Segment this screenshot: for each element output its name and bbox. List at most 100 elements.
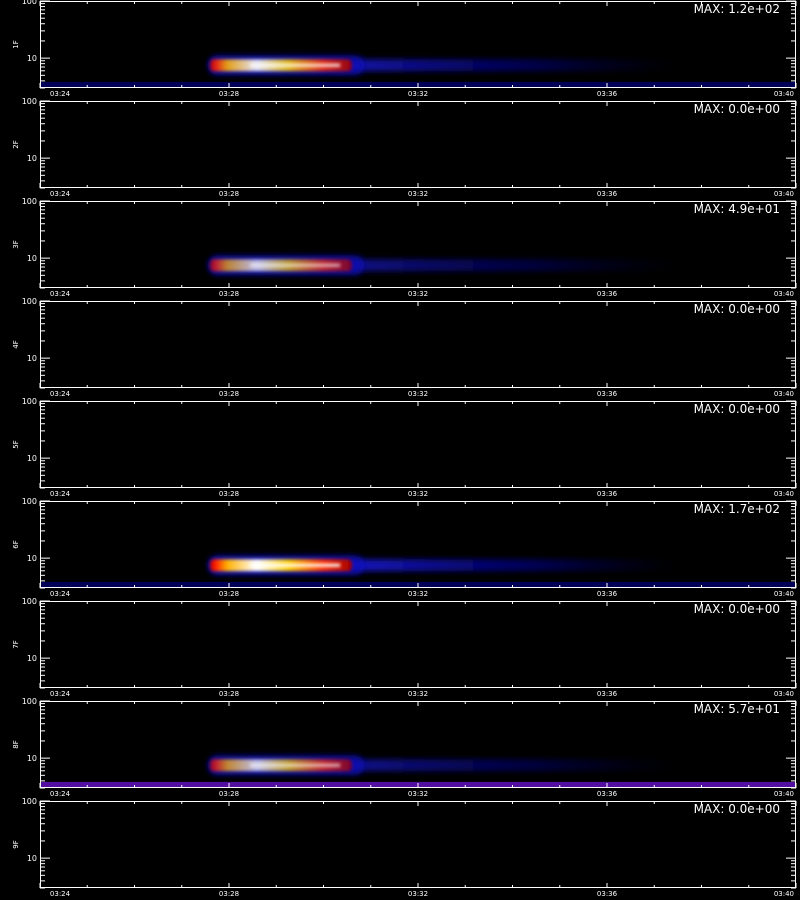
x-tick-label: 03:40 [774,790,794,798]
max-label: MAX: 0.0e+00 [694,102,780,116]
x-tick-label: 03:28 [219,490,239,498]
y-tick-label: 100 [22,97,37,106]
x-tick-label: 03:32 [408,690,428,698]
y-tick-label: 100 [22,797,37,806]
x-tick-label: 03:36 [597,790,618,798]
x-tick-label: 03:36 [597,190,618,198]
x-tick-label: 03:28 [219,390,239,398]
x-tick-label: 03:24 [50,490,71,498]
y-tick-label: 10 [27,854,37,863]
panel-3f: 100 10 3F 03:24 03:28 03:32 03:36 03:40 MAX: 4.9… [12,197,797,298]
x-tick-label: 03:40 [774,590,794,598]
y-tick-label: 10 [27,54,37,63]
x-tick-label: 03:40 [774,290,794,298]
max-label: MAX: 5.7e+01 [694,702,780,716]
plot-area [40,401,796,488]
x-tick-label: 03:28 [219,790,239,798]
y-tick-label: 100 [22,697,37,706]
x-tick-label: 03:28 [219,190,239,198]
x-tick-label: 03:40 [774,190,794,198]
y-axis-label: 8F [12,740,20,748]
x-tick-label: 03:40 [774,690,794,698]
x-tick-label: 03:36 [597,390,618,398]
x-tick-label: 03:32 [408,290,428,298]
y-tick-label: 100 [22,197,37,206]
max-label: MAX: 0.0e+00 [694,802,780,816]
y-tick-label: 100 [22,0,37,6]
plot-area [40,1,796,88]
panel-2f: 100 10 2F 03:24 03:28 03:32 03:36 03:40 MAX: 0.0… [12,97,797,198]
y-axis-label: 6F [12,540,20,548]
x-tick-label: 03:28 [219,890,239,898]
x-tick-label: 03:28 [219,690,239,698]
y-tick-label: 10 [27,554,37,563]
x-tick-label: 03:36 [597,490,618,498]
y-tick-label: 10 [27,754,37,763]
y-axis-label: 1F [12,40,20,48]
plot-area [40,801,796,888]
x-tick-label: 03:32 [408,490,428,498]
y-tick-label: 10 [27,454,37,463]
x-tick-label: 03:32 [408,590,428,598]
y-tick-label: 10 [27,654,37,663]
x-tick-label: 03:24 [50,90,71,98]
plot-area [40,101,796,188]
plot-area [40,701,796,788]
x-tick-label: 03:24 [50,890,71,898]
x-tick-label: 03:40 [774,490,794,498]
x-tick-label: 03:32 [408,90,428,98]
y-axis-label: 2F [12,140,20,148]
panel-1f: 100 10 1F 03:24 03:28 03:32 03:36 03:40 MAX: 1.2… [12,0,797,98]
max-label: MAX: 1.2e+02 [694,2,780,16]
max-label: MAX: 0.0e+00 [694,602,780,616]
spectrogram-stack: 100 10 1F 03:24 03:28 03:32 03:36 03:40 MAX: 1.2… [12,0,797,898]
panel-8f: 100 10 8F 03:24 03:28 03:32 03:36 03:40 MAX: 5.7… [12,697,797,798]
plot-area [40,601,796,688]
x-tick-label: 03:24 [50,690,71,698]
panel-4f: 100 10 4F 03:24 03:28 03:32 03:36 03:40 MAX: 0.0… [12,297,797,398]
y-tick-label: 100 [22,397,37,406]
x-tick-label: 03:36 [597,290,618,298]
plot-area [40,501,796,588]
y-tick-label: 100 [22,597,37,606]
panel-5f: 100 10 5F 03:24 03:28 03:32 03:36 03:40 MAX: 0.0… [12,397,797,498]
panel-9f: 100 10 9F 03:24 03:28 03:32 03:36 03:40 MAX: 0.0… [12,797,797,898]
x-tick-label: 03:24 [50,290,71,298]
y-axis-label: 7F [12,640,20,648]
panel-6f: 100 10 6F 03:24 03:28 03:32 03:36 03:40 MAX: 1.7… [12,497,797,598]
max-label: MAX: 4.9e+01 [694,202,780,216]
y-axis-label: 5F [12,440,20,448]
burst-peak [250,63,341,67]
x-tick-label: 03:40 [774,890,794,898]
x-tick-label: 03:36 [597,90,618,98]
y-tick-label: 10 [27,154,37,163]
plot-area [40,201,796,288]
x-tick-label: 03:24 [50,190,71,198]
x-tick-label: 03:28 [219,90,239,98]
y-tick-label: 10 [27,254,37,263]
y-tick-label: 100 [22,297,37,306]
y-axis-label: 3F [12,240,20,248]
x-tick-label: 03:36 [597,690,618,698]
x-tick-label: 03:36 [597,890,618,898]
x-tick-label: 03:24 [50,590,71,598]
x-tick-label: 03:40 [774,90,794,98]
x-tick-label: 03:40 [774,390,794,398]
burst-peak [250,263,341,267]
burst-peak [250,563,341,567]
y-tick-label: 100 [22,497,37,506]
max-label: MAX: 1.7e+02 [694,502,780,516]
panel-7f: 100 10 7F 03:24 03:28 03:32 03:36 03:40 MAX: 0.0… [12,597,797,698]
x-tick-label: 03:36 [597,590,618,598]
x-tick-label: 03:28 [219,290,239,298]
y-axis-label: 9F [12,840,20,848]
plot-area [40,301,796,388]
x-tick-label: 03:24 [50,390,71,398]
x-tick-label: 03:32 [408,890,428,898]
x-tick-label: 03:32 [408,190,428,198]
y-tick-label: 10 [27,354,37,363]
burst-peak [250,763,341,767]
x-tick-label: 03:24 [50,790,71,798]
x-tick-label: 03:32 [408,790,428,798]
max-label: MAX: 0.0e+00 [694,402,780,416]
